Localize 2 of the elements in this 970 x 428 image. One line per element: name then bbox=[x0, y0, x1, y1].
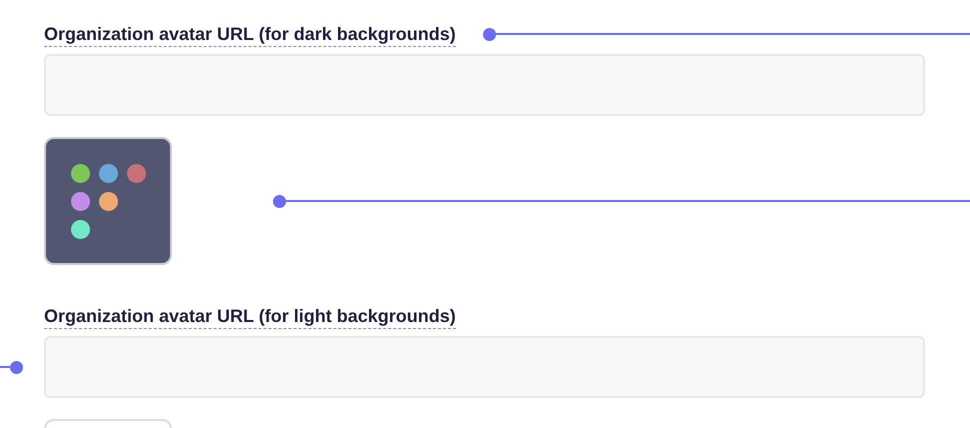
field-label: Organization avatar URL (for light backgrounds) bbox=[44, 304, 456, 328]
field-label: Organization avatar URL (for dark backgrounds) bbox=[44, 22, 456, 46]
